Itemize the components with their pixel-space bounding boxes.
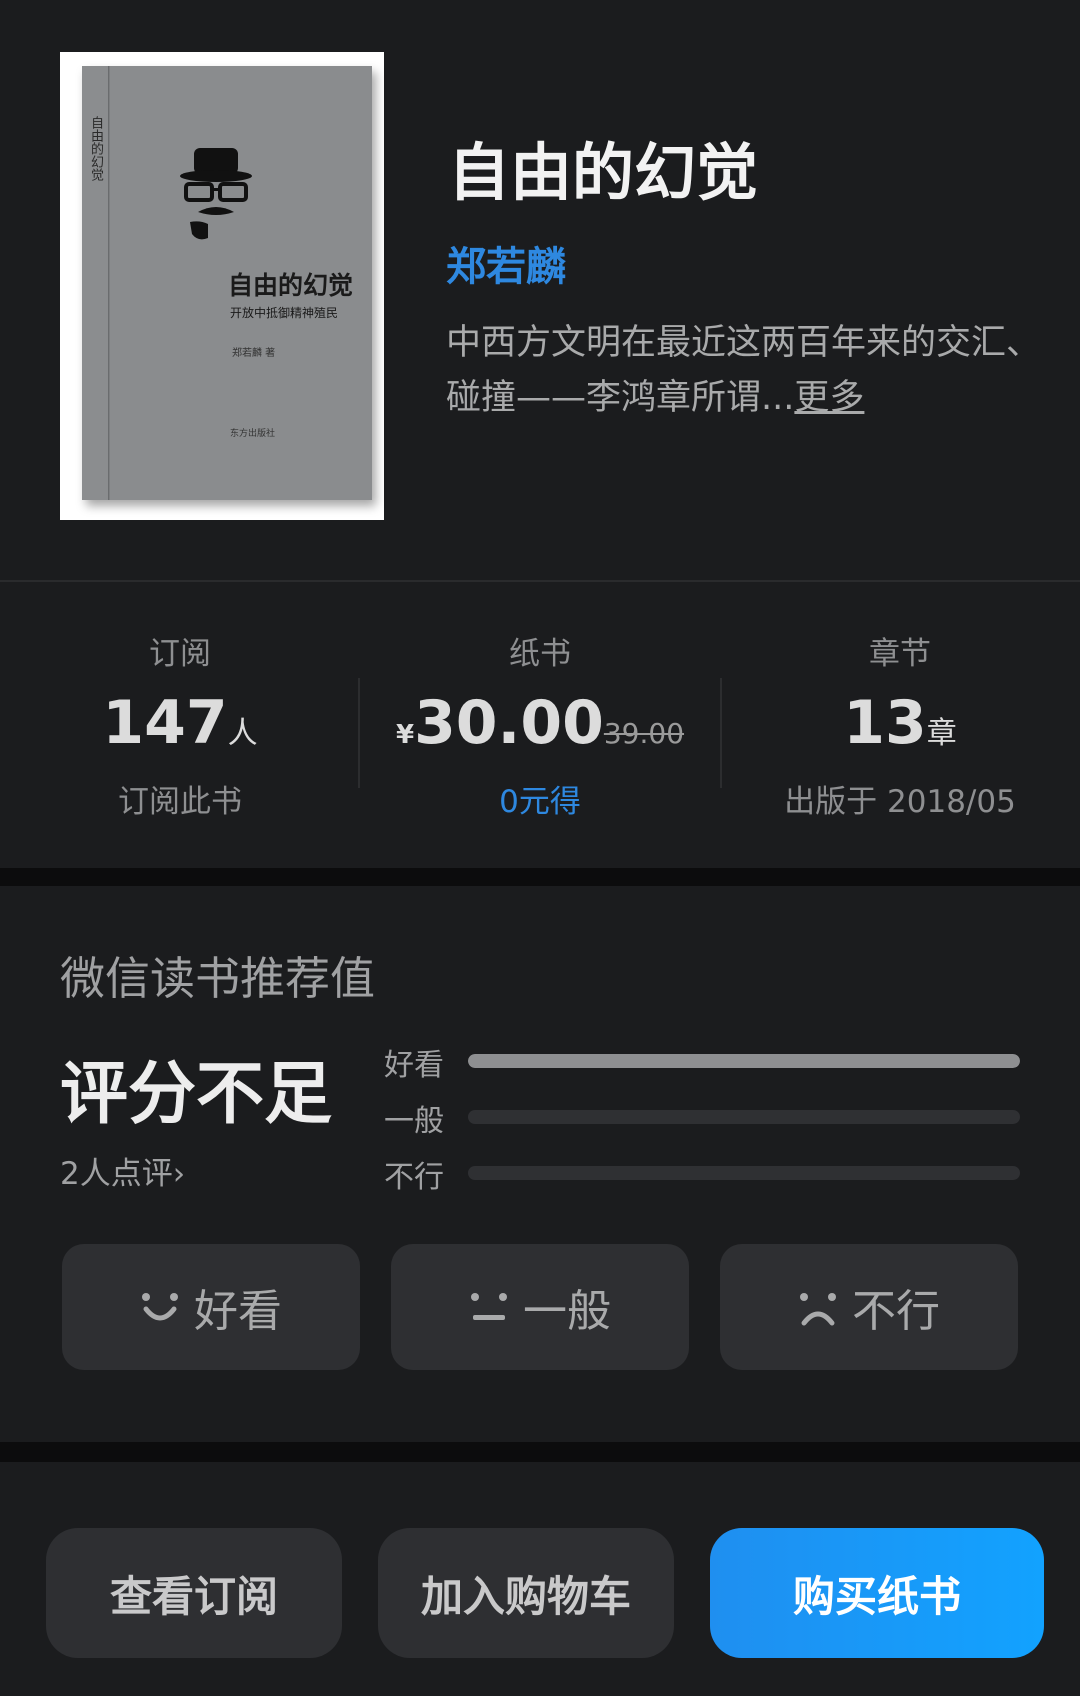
rating-bar-track xyxy=(468,1166,1020,1180)
stat-paper-label: 纸书 xyxy=(509,636,571,672)
review-count-text: 2人点评 xyxy=(60,1156,173,1192)
book-header: 自由的幻觉 自由的幻觉 开放中抵御精神殖民 郑若麟 著 东方出版社 自由的幻觉 xyxy=(0,0,1080,580)
smile-icon xyxy=(142,1293,178,1321)
cover-spine-text: 自由的幻觉 xyxy=(88,116,103,181)
cover-face: 自由的幻觉 开放中抵御精神殖民 郑若麟 著 东方出版社 xyxy=(110,66,372,500)
book-stats: 订阅 147人 订阅此书 纸书 ¥30.0039.00 0元得 章节 13章 出… xyxy=(0,582,1080,868)
add-to-cart-button[interactable]: 加入购物车 xyxy=(378,1528,674,1658)
book-description: 中西方文明在最近这两百年来的交汇、碰撞——李鸿章所谓...更多 xyxy=(446,316,1046,426)
cover-spine: 自由的幻觉 xyxy=(82,66,109,500)
review-count-link[interactable]: 2人点评› xyxy=(60,1148,185,1193)
subscribe-unit: 人 xyxy=(227,716,258,751)
chapter-count: 13 xyxy=(843,688,927,758)
stat-paper-note[interactable]: 0元得 xyxy=(360,776,720,821)
chapter-unit: 章 xyxy=(926,716,957,751)
stat-paper-book[interactable]: 纸书 ¥30.0039.00 0元得 xyxy=(360,582,720,868)
vote-good-button[interactable]: 好看 xyxy=(62,1244,360,1370)
stat-paper-price: ¥30.0039.00 xyxy=(360,688,720,758)
rating-bar-bad: 不行 xyxy=(384,1152,1024,1195)
stat-chapters-label: 章节 xyxy=(869,636,931,672)
rating-score: 评分不足 xyxy=(60,1055,333,1134)
bottom-action-bar: 查看订阅 加入购物车 购买纸书 xyxy=(0,1462,1080,1696)
cover-publisher: 东方出版社 xyxy=(230,429,276,439)
vote-good-label: 好看 xyxy=(194,1286,282,1337)
section-divider xyxy=(0,1442,1080,1462)
rating-bar-label: 一般 xyxy=(384,1104,444,1139)
book-description-text: 中西方文明在最近这两百年来的交汇、碰撞——李鸿章所谓... xyxy=(446,323,1042,418)
stat-subscribe-note: 订阅此书 xyxy=(118,784,242,820)
stat-subscribe-value: 147人 xyxy=(0,688,360,758)
rating-section: 微信读书推荐值 评分不足 2人点评› 好看 一般 不行 好看 一般 不行 xyxy=(0,886,1080,1442)
paper-price: 30.00 xyxy=(414,688,604,758)
cover-title: 自由的幻觉 xyxy=(228,271,354,300)
subscribe-count: 147 xyxy=(102,688,228,758)
cover-subtitle: 开放中抵御精神殖民 xyxy=(230,306,339,320)
book-cover[interactable]: 自由的幻觉 自由的幻觉 开放中抵御精神殖民 郑若麟 著 东方出版社 xyxy=(60,52,384,520)
vote-bad-button[interactable]: 不行 xyxy=(720,1244,1018,1370)
buy-paper-book-button[interactable]: 购买纸书 xyxy=(710,1528,1044,1658)
cover-author: 郑若麟 著 xyxy=(232,348,276,359)
book-title: 自由的幻觉 xyxy=(448,136,759,209)
cover-book-body: 自由的幻觉 自由的幻觉 开放中抵御精神殖民 郑若麟 著 东方出版社 xyxy=(82,66,372,500)
rating-bar-label: 不行 xyxy=(384,1160,444,1195)
currency-symbol: ¥ xyxy=(395,720,415,750)
stat-chapters-value: 13章 xyxy=(720,688,1080,758)
rating-bar-average: 一般 xyxy=(384,1096,1024,1139)
hat-glasses-pipe-icon xyxy=(180,148,252,240)
stat-subscribe-label: 订阅 xyxy=(149,636,211,672)
stat-chapters-note: 出版于 2018/05 xyxy=(784,784,1016,820)
section-divider xyxy=(0,868,1080,886)
book-author-link[interactable]: 郑若麟 xyxy=(446,234,566,292)
rating-bar-track xyxy=(468,1110,1020,1124)
vote-bad-label: 不行 xyxy=(852,1286,940,1337)
rating-bar-track xyxy=(468,1054,1020,1068)
rating-title: 微信读书推荐值 xyxy=(60,952,376,1005)
stat-subscribe[interactable]: 订阅 147人 订阅此书 xyxy=(0,582,360,868)
more-link[interactable]: 更多 xyxy=(794,378,864,418)
chevron-right-icon: › xyxy=(172,1156,186,1192)
vote-average-label: 一般 xyxy=(523,1286,611,1337)
rating-bar-fill xyxy=(468,1054,1020,1068)
rating-bar-label: 好看 xyxy=(384,1048,444,1083)
view-subscription-button[interactable]: 查看订阅 xyxy=(46,1528,342,1658)
stat-chapters[interactable]: 章节 13章 出版于 2018/05 xyxy=(720,582,1080,868)
original-price: 39.00 xyxy=(603,717,685,750)
rating-bar-good: 好看 xyxy=(384,1040,1024,1083)
frown-icon xyxy=(800,1293,836,1326)
vote-average-button[interactable]: 一般 xyxy=(391,1244,689,1370)
neutral-face-icon xyxy=(471,1293,507,1320)
